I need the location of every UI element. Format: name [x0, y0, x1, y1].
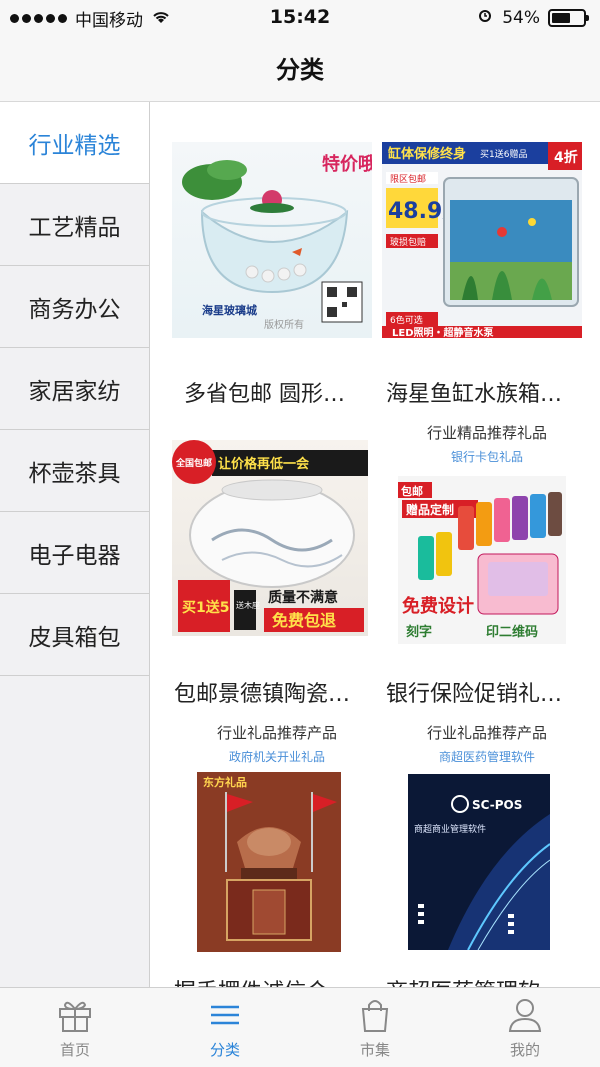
product-name: 商超医药管理软… [386, 974, 600, 987]
product-card[interactable]: 行业礼品推荐产品 政府机关开业礼品 东方礼品 握手摆件诚信合… [172, 722, 382, 987]
battery-percent: 54% [502, 7, 540, 28]
sidebar-item-industry-selection[interactable]: 行业精选 [0, 102, 149, 184]
product-card[interactable]: 缸体保修终身 买1送6赠品 4折 限区包邮 48.9元 玻损包赔 6色可选 LE… [382, 142, 592, 412]
sidebar-item-business-office[interactable]: 商务办公 [0, 266, 149, 348]
product-name: 银行保险促销礼… [386, 682, 563, 707]
product-image: 让价格再低一会 全国包邮 买1送5 送木座 质量不满意 免费包退 [172, 440, 368, 636]
alarm-icon [476, 6, 494, 29]
promo-text: 印二维码 [486, 624, 538, 640]
promo-text: 限区包邮 [390, 173, 426, 185]
promo-text: 特价哦! [322, 153, 372, 175]
sidebar-item-electronics[interactable]: 电子电器 [0, 512, 149, 594]
product-card[interactable]: 行业礼品推荐产品 商超医药管理软件 SC-POS 商超商业管理软件 商超医药管理… [382, 722, 592, 987]
product-card[interactable]: 行业精品推荐礼品 银行卡包礼品 包邮 赠品定制 免费设计 刻字 印二维码 银行保… [382, 422, 592, 722]
promo-text: 买1送6赠品 [480, 148, 527, 160]
promo-text: 让价格再低一会 [218, 456, 310, 472]
tab-label: 分类 [209, 1041, 240, 1059]
product-image: 缸体保修终身 买1送6赠品 4折 限区包邮 48.9元 玻损包赔 6色可选 LE… [382, 142, 582, 338]
product-image: 特价哦! 海星玻璃城 版权所有 [172, 142, 372, 338]
sidebar-item-label: 皮具箱包 [28, 624, 121, 651]
promo-text: 刻字 [406, 624, 432, 640]
page-title: 分类 [276, 56, 324, 84]
promo-text: 包邮 [400, 484, 423, 498]
promo-text: 送木座 [236, 600, 260, 610]
battery-icon [548, 8, 589, 27]
shop-name: 海星玻璃城 [202, 303, 257, 317]
promo-text: 质量不满意 [268, 589, 338, 606]
product-name: 多省包邮 圆形… [184, 382, 345, 407]
sidebar-item-crafts[interactable]: 工艺精品 [0, 184, 149, 266]
promo-subtitle: 商超医药管理软件 [438, 750, 535, 764]
product-name: 包邮景德镇陶瓷… [174, 682, 351, 707]
promo-text: 买1送5 [182, 599, 229, 616]
sidebar-item-label: 工艺精品 [28, 214, 121, 241]
watermark: 版权所有 [264, 318, 304, 331]
person-icon [508, 999, 542, 1032]
gift-icon [59, 1001, 91, 1032]
tab-market[interactable]: 市集 [300, 988, 450, 1067]
brand-text: SC-POS [472, 798, 522, 812]
brand-text: 东方礼品 [203, 775, 247, 789]
product-card[interactable]: 让价格再低一会 全国包邮 买1送5 送木座 质量不满意 免费包退 包邮景德镇陶瓷… [172, 440, 382, 710]
promo-text: 免费包退 [272, 611, 336, 630]
sidebar-item-leather-bags[interactable]: 皮具箱包 [0, 594, 149, 676]
sidebar-item-label: 商务办公 [28, 296, 121, 323]
tab-label: 市集 [359, 1041, 390, 1059]
sidebar-item-label: 家居家纺 [28, 378, 121, 405]
promo-title: 行业精品推荐礼品 [426, 424, 547, 442]
tab-label: 首页 [59, 1041, 90, 1059]
category-sidebar: 行业精选 工艺精品 商务办公 家居家纺 杯壶茶具 电子电器 皮具箱包 [0, 102, 150, 987]
promo-text: 玻损包赔 [390, 236, 426, 248]
promo-subtitle: 政府机关开业礼品 [228, 750, 325, 764]
product-card[interactable]: 特价哦! 海星玻璃城 版权所有 多省包邮 圆形… [172, 142, 382, 412]
tab-label: 我的 [509, 1041, 540, 1059]
product-subtitle: 商超商业管理软件 [414, 823, 486, 835]
product-image: SC-POS 商超商业管理软件 [408, 774, 550, 950]
product-name: 握手摆件诚信合… [174, 974, 394, 987]
sidebar-item-home-textiles[interactable]: 家居家纺 [0, 348, 149, 430]
sidebar-item-cups-teaware[interactable]: 杯壶茶具 [0, 430, 149, 512]
status-bar: 中国移动 15:42 54% [0, 0, 600, 34]
discount-badge: 4折 [554, 149, 578, 166]
tab-home[interactable]: 首页 [0, 988, 150, 1067]
promo-text: 6色可选 [390, 314, 423, 326]
product-name: 海星鱼缸水族箱… [386, 382, 563, 407]
sidebar-item-label: 行业精选 [28, 132, 121, 159]
product-image: 包邮 赠品定制 免费设计 刻字 印二维码 [398, 476, 566, 644]
menu-lines-icon [211, 1005, 239, 1025]
promo-badge: 全国包邮 [175, 457, 212, 469]
sidebar-item-label: 电子电器 [28, 542, 121, 569]
nav-bar: 分类 [0, 34, 600, 102]
promo-text: 免费设计 [402, 595, 474, 617]
tab-profile[interactable]: 我的 [450, 988, 600, 1067]
sidebar-item-label: 杯壶茶具 [28, 460, 121, 487]
product-grid: 特价哦! 海星玻璃城 版权所有 多省包邮 圆形… 缸体保修终身 买1送6赠品 4… [150, 102, 600, 987]
promo-text: 缸体保修终身 [387, 146, 466, 162]
status-right: 54% [476, 6, 589, 29]
promo-title: 行业礼品推荐产品 [426, 724, 547, 742]
promo-text: 赠品定制 [406, 502, 454, 517]
shopping-bag-icon [361, 1000, 389, 1032]
tab-bar: 首页 分类 市集 我的 [0, 987, 600, 1067]
promo-subtitle: 银行卡包礼品 [450, 450, 523, 464]
product-image: 东方礼品 [197, 772, 341, 952]
promo-text: LED照明・超静音水泵 [392, 326, 495, 338]
tab-category[interactable]: 分类 [150, 988, 300, 1067]
promo-title: 行业礼品推荐产品 [216, 724, 337, 742]
